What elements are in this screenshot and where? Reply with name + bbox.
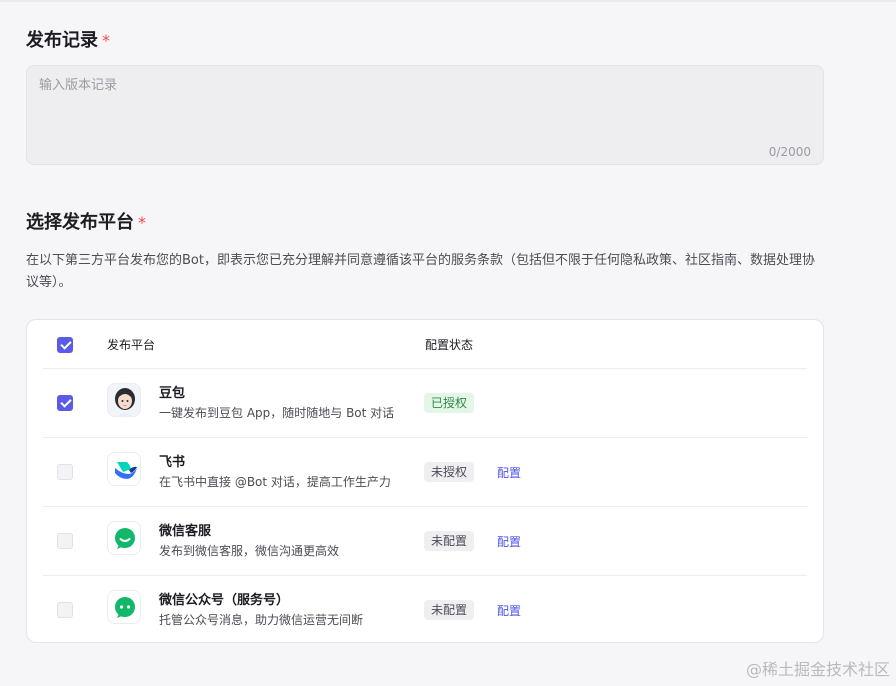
configure-link[interactable]: 配置 bbox=[497, 602, 521, 619]
release-notes-input[interactable] bbox=[27, 66, 823, 164]
table-row-wechat-official: 微信公众号（服务号） 托管公众号消息，助力微信运营无间断 未配置 配置 bbox=[43, 576, 807, 644]
platform-description: 一键发布到豆包 App，随时随地与 Bot 对话 bbox=[159, 406, 395, 420]
platform-description: 发布到微信客服，微信沟通更高效 bbox=[159, 544, 340, 558]
configure-link[interactable]: 配置 bbox=[497, 533, 521, 550]
release-notes-title-text: 发布记录 bbox=[26, 30, 98, 51]
configure-link[interactable]: 配置 bbox=[497, 464, 521, 481]
platform-name: 豆包 bbox=[159, 386, 186, 401]
table-row-wechat-service: 微信客服 发布到微信客服，微信沟通更高效 未配置 配置 bbox=[43, 507, 807, 576]
platform-section-title-text: 选择发布平台 bbox=[26, 212, 134, 233]
platform-name: 微信公众号（服务号） bbox=[159, 593, 290, 608]
required-mark: * bbox=[102, 31, 110, 50]
feishu-logo-icon bbox=[107, 452, 141, 486]
release-notes-title: 发布记录 * bbox=[26, 26, 110, 52]
top-divider bbox=[0, 0, 896, 2]
column-status: 配置状态 bbox=[425, 338, 474, 352]
column-platform: 发布平台 bbox=[107, 338, 156, 352]
status-badge: 已授权 bbox=[424, 393, 475, 413]
status-badge: 未授权 bbox=[424, 462, 475, 482]
select-all-checkbox[interactable] bbox=[57, 337, 73, 353]
row-checkbox[interactable] bbox=[57, 602, 73, 618]
status-badge: 未配置 bbox=[424, 600, 475, 620]
wechat-official-icon bbox=[107, 590, 141, 624]
row-checkbox[interactable] bbox=[57, 464, 73, 480]
watermark: @稀土掘金技术社区 bbox=[745, 660, 890, 679]
platform-table: 发布平台 配置状态 豆包 一键发布到豆包 App，随时随地与 Bot 对话 已授… bbox=[26, 319, 824, 643]
platform-name: 飞书 bbox=[159, 455, 186, 470]
table-row-doubao: 豆包 一键发布到豆包 App，随时随地与 Bot 对话 已授权 bbox=[43, 369, 807, 438]
row-checkbox[interactable] bbox=[57, 395, 73, 411]
row-checkbox[interactable] bbox=[57, 533, 73, 549]
platform-section-title: 选择发布平台 * bbox=[26, 208, 146, 234]
wechat-service-icon bbox=[107, 521, 141, 555]
platform-name: 微信客服 bbox=[159, 524, 212, 539]
platform-description: 托管公众号消息，助力微信运营无间断 bbox=[159, 613, 364, 627]
release-notes-field[interactable]: 0/2000 bbox=[26, 65, 824, 165]
platform-terms-description: 在以下第三方平台发布您的Bot，即表示您已充分理解并同意遵循该平台的服务条款（包… bbox=[26, 253, 815, 290]
platform-description: 在飞书中直接 @Bot 对话，提高工作生产力 bbox=[159, 475, 391, 489]
table-row-feishu: 飞书 在飞书中直接 @Bot 对话，提高工作生产力 未授权 配置 bbox=[43, 438, 807, 507]
required-mark: * bbox=[138, 213, 146, 232]
status-badge: 未配置 bbox=[424, 531, 475, 551]
table-header: 发布平台 配置状态 bbox=[43, 320, 807, 369]
char-counter: 0/2000 bbox=[768, 145, 811, 159]
doubao-avatar-icon bbox=[107, 383, 141, 417]
